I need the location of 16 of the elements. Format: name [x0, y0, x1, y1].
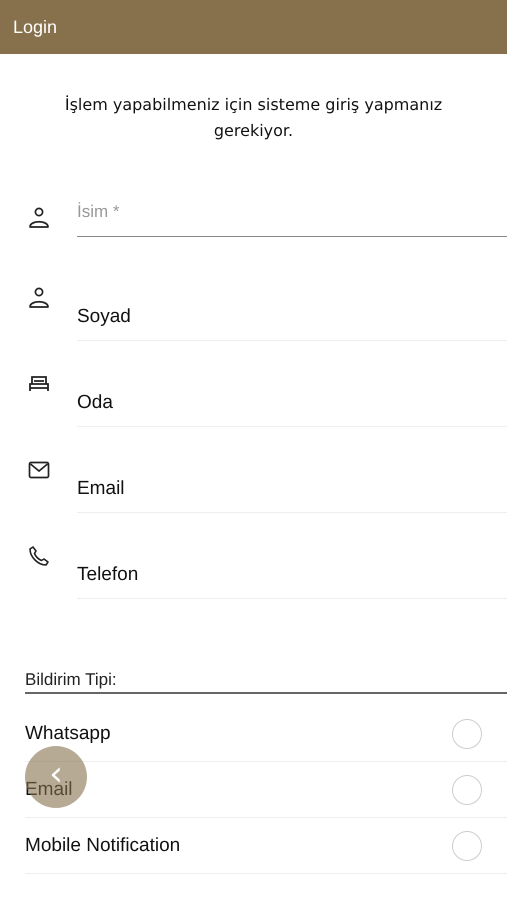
input-field[interactable]: Oda	[77, 372, 507, 427]
input-field[interactable]: İsim *	[77, 196, 507, 237]
radio-button[interactable]	[452, 830, 482, 860]
input-field[interactable]: Soyad	[77, 286, 507, 341]
header-title: Login	[13, 16, 58, 38]
person-icon	[27, 286, 51, 310]
option-label: Whatsapp	[25, 722, 111, 744]
input-field[interactable]: Email	[77, 458, 507, 513]
radio-button[interactable]	[452, 718, 482, 748]
login-message: İşlem yapabilmeniz için sisteme giriş yapmanız gerekiyor.	[64, 94, 444, 142]
radio-button[interactable]	[452, 774, 482, 804]
phone-icon	[27, 544, 51, 568]
person-icon	[27, 206, 51, 230]
notification-type-label: Bildirim Tipi:	[25, 670, 507, 694]
option-label: Mobile Notification	[25, 834, 180, 856]
input-field[interactable]: Telefon	[77, 544, 507, 599]
